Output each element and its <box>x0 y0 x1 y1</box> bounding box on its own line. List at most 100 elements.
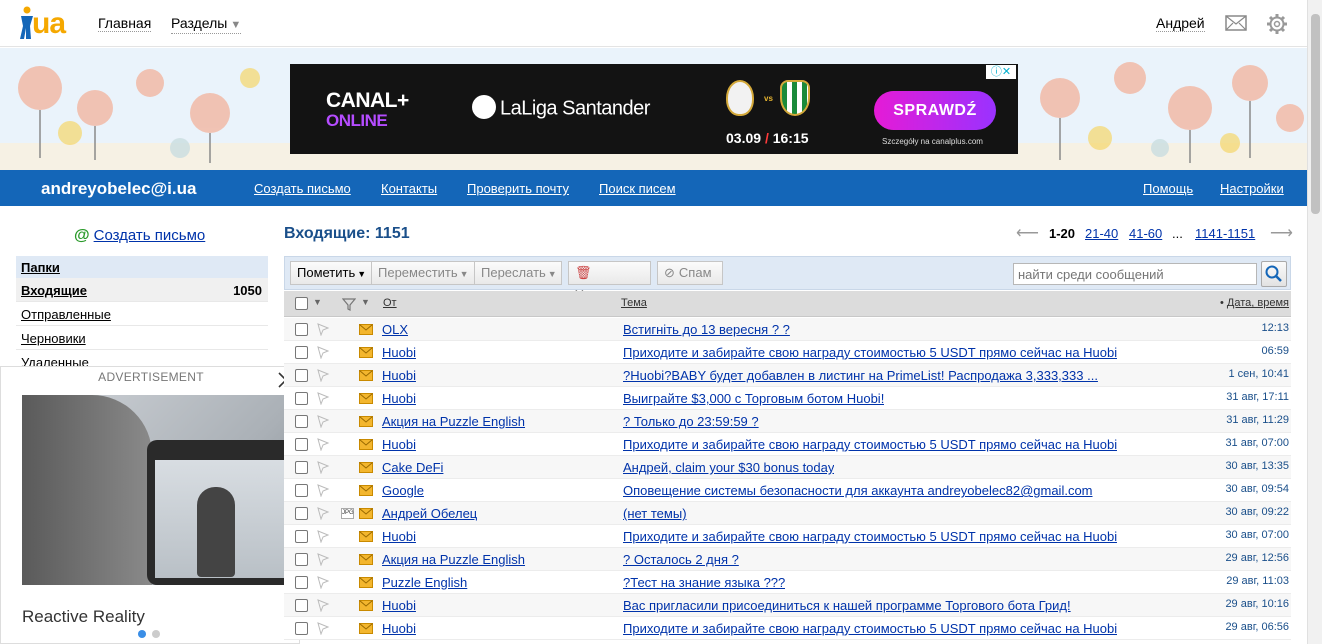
nav-contacts-link[interactable]: Контакты <box>381 181 437 196</box>
message-subject[interactable]: ? Только до 23:59:59 ? <box>623 414 759 429</box>
pager-link[interactable]: 41-60 <box>1129 226 1162 241</box>
message-checkbox[interactable] <box>295 323 308 336</box>
message-subject[interactable]: ?Huobi?BABY будет добавлен в листинг на … <box>623 368 1098 383</box>
message-subject[interactable]: Приходите и забирайте свою награду стоим… <box>623 621 1117 636</box>
floating-ad[interactable]: ADVERTISEMENT Reactive Reality <box>0 366 300 644</box>
message-subject[interactable]: ? Осталось 2 дня ? <box>623 552 739 567</box>
scrollbar-thumb[interactable] <box>1311 14 1320 214</box>
flag-icon[interactable] <box>316 529 330 543</box>
message-sender[interactable]: OLX <box>382 322 408 337</box>
sidebar-compose-link[interactable]: Создать письмо <box>94 227 206 244</box>
nav-compose-link[interactable]: Создать письмо <box>254 181 351 196</box>
flag-icon[interactable] <box>316 552 330 566</box>
ad-cta-button[interactable]: SPRAWDŹ <box>874 91 996 130</box>
message-subject[interactable]: Приходите и забирайте свою награду стоим… <box>623 529 1117 544</box>
nav-main-link[interactable]: Главная <box>98 16 152 32</box>
pager-link-last[interactable]: 1141-1151 <box>1195 226 1255 241</box>
message-subject[interactable]: Оповещение системы безопасности для акка… <box>623 483 1093 498</box>
message-sender[interactable]: Cake DeFi <box>382 460 443 475</box>
mail-icon[interactable] <box>1225 15 1247 31</box>
carousel-dot[interactable] <box>152 630 160 638</box>
message-row[interactable]: Huobi Выиграйте $3,000 с Торговым ботом H… <box>284 387 1291 410</box>
flag-icon[interactable] <box>316 621 330 635</box>
flag-icon[interactable] <box>316 368 330 382</box>
message-checkbox[interactable] <box>295 530 308 543</box>
flag-icon[interactable] <box>316 506 330 520</box>
message-sender[interactable]: Puzzle English <box>382 575 467 590</box>
folder-inbox[interactable]: Входящие 1050 <box>16 278 268 302</box>
message-checkbox[interactable] <box>295 484 308 497</box>
message-checkbox[interactable] <box>295 599 308 612</box>
message-row[interactable]: Huobi ?Huobi?BABY будет добавлен в листин… <box>284 364 1291 387</box>
message-checkbox[interactable] <box>295 392 308 405</box>
next-page-arrow-icon[interactable]: ⟶ <box>1270 223 1293 243</box>
banner-ad[interactable]: CANAL+ ONLINE LaLiga Santander vs 03.09 … <box>290 64 1018 154</box>
message-sender[interactable]: Акция на Puzzle English <box>382 552 525 567</box>
flag-icon[interactable] <box>316 460 330 474</box>
message-row[interactable]: Google Оповещение системы безопасности дл… <box>284 479 1291 502</box>
iua-logo[interactable]: ua <box>18 6 78 42</box>
move-button[interactable]: Переместить ▼ <box>371 261 475 285</box>
message-checkbox[interactable] <box>295 507 308 520</box>
flag-icon[interactable] <box>316 437 330 451</box>
filter-icon[interactable] <box>342 297 356 311</box>
message-sender[interactable]: Huobi <box>382 621 416 636</box>
message-checkbox[interactable] <box>295 415 308 428</box>
message-row[interactable]: OLX Встигніть до 13 вересня ? ? 12:13 <box>284 318 1291 341</box>
mark-button[interactable]: Пометить ▼ <box>290 261 372 285</box>
message-checkbox[interactable] <box>295 622 308 635</box>
adchoices-close-icon[interactable]: ⓘ✕ <box>986 65 1016 79</box>
message-sender[interactable]: Google <box>382 483 424 498</box>
message-subject[interactable]: Приходите и забирайте свою награду стоим… <box>623 437 1117 452</box>
prev-page-arrow-icon[interactable]: ⟵ <box>1016 223 1039 243</box>
flag-icon[interactable] <box>316 414 330 428</box>
message-row[interactable]: Cake DeFi Андрей, claim your $30 bonus to… <box>284 456 1291 479</box>
carousel-dot-active[interactable] <box>138 630 146 638</box>
message-row[interactable]: Акция на Puzzle English ? Осталось 2 дня … <box>284 548 1291 571</box>
folders-header[interactable]: Папки <box>16 256 268 278</box>
message-checkbox[interactable] <box>295 369 308 382</box>
nav-help-link[interactable]: Помощь <box>1143 181 1193 196</box>
chevron-down-icon[interactable]: ▼ <box>313 297 322 307</box>
folder-sent[interactable]: Отправленные <box>16 302 268 326</box>
column-subject[interactable]: Тема <box>621 297 647 309</box>
message-row[interactable]: Huobi Приходите и забирайте свою награду … <box>284 525 1291 548</box>
message-sender[interactable]: Андрей Обелец <box>382 506 477 521</box>
message-row[interactable]: Huobi Приходите и забирайте свою награду … <box>284 433 1291 456</box>
message-row[interactable]: Huobi Вас пригласили присоединиться к наш… <box>284 594 1291 617</box>
message-sender[interactable]: Huobi <box>382 529 416 544</box>
message-row[interactable]: Акция на Puzzle English ? Только до 23:59… <box>284 410 1291 433</box>
message-subject[interactable]: Андрей, claim your $30 bonus today <box>623 460 834 475</box>
pager-link[interactable]: 21-40 <box>1085 226 1118 241</box>
message-subject[interactable]: Приходите и забирайте свою награду стоим… <box>623 345 1117 360</box>
search-button[interactable] <box>1261 261 1287 287</box>
delete-button[interactable]: 🗑Удалить <box>568 261 651 302</box>
nav-settings-link[interactable]: Настройки <box>1220 181 1284 196</box>
spam-button[interactable]: ⊘ Спам <box>657 261 723 285</box>
forward-button[interactable]: Переслать ▼ <box>474 261 562 285</box>
message-sender[interactable]: Huobi <box>382 345 416 360</box>
message-subject[interactable]: Выиграйте $3,000 с Торговым ботом Huobi! <box>623 391 884 406</box>
flag-icon[interactable] <box>316 345 330 359</box>
chevron-down-icon[interactable]: ▼ <box>361 297 370 307</box>
flag-icon[interactable] <box>316 598 330 612</box>
message-row[interactable]: Puzzle English ?Тест на знание языка ??? 2… <box>284 571 1291 594</box>
message-sender[interactable]: Huobi <box>382 598 416 613</box>
flag-icon[interactable] <box>316 322 330 336</box>
message-row[interactable]: JPG Андрей Обелец (нет темы) 30 авг, 09:22 <box>284 502 1291 525</box>
message-row[interactable]: Huobi Приходите и забирайте свою награду … <box>284 617 1291 640</box>
message-sender[interactable]: Huobi <box>382 437 416 452</box>
message-checkbox[interactable] <box>295 461 308 474</box>
message-row[interactable]: Huobi Приходите и забирайте свою награду … <box>284 341 1291 364</box>
message-checkbox[interactable] <box>295 346 308 359</box>
nav-sections-menu[interactable]: Разделы ▼ <box>171 16 242 34</box>
column-date[interactable]: • Дата, время <box>1220 297 1289 309</box>
search-input[interactable] <box>1013 263 1257 285</box>
flag-icon[interactable] <box>316 483 330 497</box>
message-subject[interactable]: Встигніть до 13 вересня ? ? <box>623 322 790 337</box>
folder-drafts[interactable]: Черновики <box>16 326 268 350</box>
message-subject[interactable]: ?Тест на знание языка ??? <box>623 575 785 590</box>
message-sender[interactable]: Акция на Puzzle English <box>382 414 525 429</box>
carousel-dots[interactable] <box>138 626 166 641</box>
nav-check-mail-link[interactable]: Проверить почту <box>467 181 569 196</box>
